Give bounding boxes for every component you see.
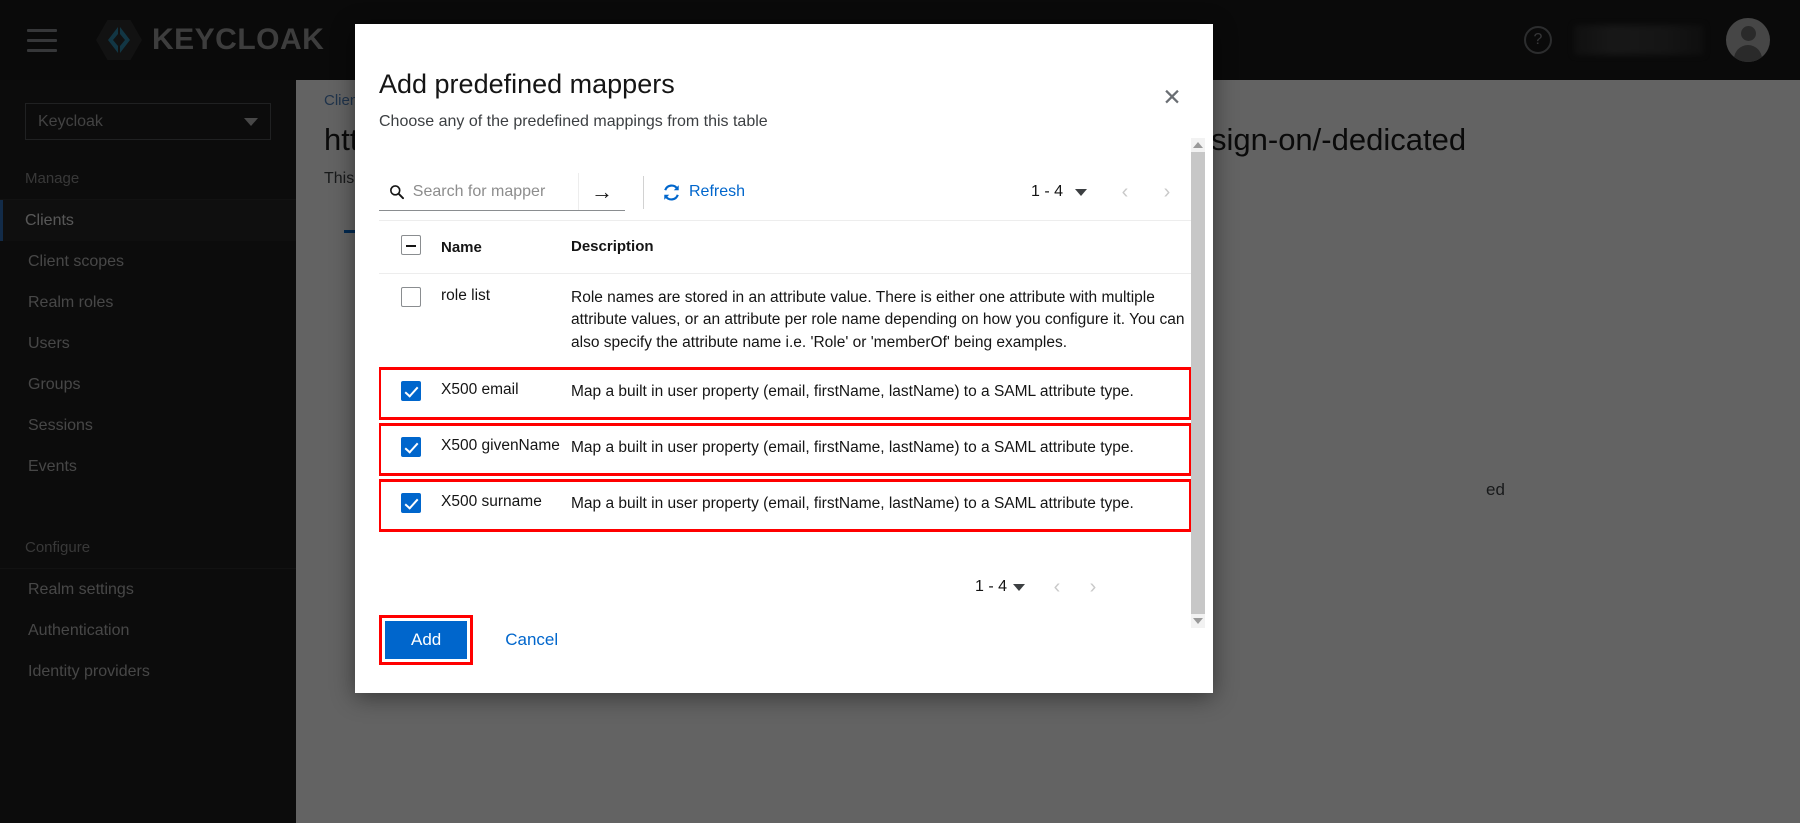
select-all-cell xyxy=(379,220,441,274)
add-button-highlight: Add xyxy=(379,615,474,665)
chevron-left-icon[interactable]: ‹ xyxy=(1039,569,1075,605)
modal-scrollbar[interactable] xyxy=(1191,138,1205,628)
row-checkbox-cell xyxy=(379,480,441,531)
modal-description: Choose any of the predefined mappings fr… xyxy=(379,113,768,130)
chevron-right-icon[interactable]: › xyxy=(1149,174,1185,210)
modal-footer: Add Cancel xyxy=(379,615,572,665)
row-checkbox[interactable] xyxy=(401,381,421,402)
table-row[interactable]: X500 givenName Map a built in user prope… xyxy=(379,423,1191,477)
row-checkbox[interactable] xyxy=(401,437,421,458)
table-row[interactable]: X500 email Map a built in user property … xyxy=(379,366,1191,421)
row-description: Role names are stored in an attribute va… xyxy=(571,273,1191,369)
row-checkbox-cell xyxy=(379,424,441,475)
row-description: Map a built in user property (email, fir… xyxy=(571,439,1134,457)
search-field[interactable] xyxy=(379,173,579,210)
scrollbar-thumb[interactable] xyxy=(1191,152,1205,614)
mappers-table: Name Description role list Role names ar… xyxy=(379,220,1191,533)
close-icon[interactable]: ✕ xyxy=(1153,78,1191,116)
top-pagination: 1 - 4 ‹ › xyxy=(1031,174,1191,210)
chevron-right-icon[interactable]: › xyxy=(1075,569,1111,605)
refresh-button[interactable]: Refresh xyxy=(662,183,745,202)
modal-title: Add predefined mappers xyxy=(379,69,675,99)
table-header-row: Name Description xyxy=(379,220,1191,274)
search-submit-button[interactable]: → xyxy=(579,173,625,210)
table-row[interactable]: X500 surname Map a built in user propert… xyxy=(379,479,1191,533)
modal-toolbar: → Refresh 1 - 4 ‹ › xyxy=(379,148,1191,220)
toolbar-divider xyxy=(643,175,644,209)
refresh-icon xyxy=(664,184,679,200)
search-input[interactable] xyxy=(412,182,570,201)
search-group: → xyxy=(379,173,625,211)
row-name: X500 email xyxy=(441,381,519,399)
scroll-down-arrow-icon[interactable] xyxy=(1191,614,1205,628)
column-header-name: Name xyxy=(441,220,571,274)
bottom-pagination: 1 - 4 ‹ › xyxy=(379,531,1191,605)
row-checkbox-cell xyxy=(379,273,441,369)
row-checkbox[interactable] xyxy=(401,287,421,307)
row-checkbox[interactable] xyxy=(401,493,421,514)
cancel-button[interactable]: Cancel xyxy=(491,621,572,659)
pagination-count: 1 - 4 xyxy=(1030,183,1063,200)
select-all-checkbox[interactable] xyxy=(401,235,421,255)
caret-down-icon[interactable] xyxy=(1013,583,1025,591)
row-name: X500 givenName xyxy=(441,437,560,455)
chevron-left-icon[interactable]: ‹ xyxy=(1107,174,1143,210)
modal-body: → Refresh 1 - 4 ‹ › xyxy=(379,148,1191,626)
row-checkbox-cell xyxy=(379,368,441,420)
row-description: Map a built in user property (email, fir… xyxy=(571,383,1134,401)
row-description: Map a built in user property (email, fir… xyxy=(571,495,1134,513)
row-name: role list xyxy=(441,273,571,369)
search-icon xyxy=(390,185,404,200)
scroll-up-arrow-icon[interactable] xyxy=(1191,138,1205,152)
pagination-count: 1 - 4 xyxy=(974,578,1007,596)
add-predefined-mappers-modal: Add predefined mappers ✕ Choose any of t… xyxy=(355,24,1213,693)
table-row[interactable]: role list Role names are stored in an at… xyxy=(379,273,1191,369)
add-button[interactable]: Add xyxy=(385,621,468,659)
row-name: X500 surname xyxy=(441,493,542,511)
refresh-label: Refresh xyxy=(689,183,746,200)
column-header-description: Description xyxy=(571,220,1191,274)
caret-down-icon[interactable] xyxy=(1075,188,1087,196)
